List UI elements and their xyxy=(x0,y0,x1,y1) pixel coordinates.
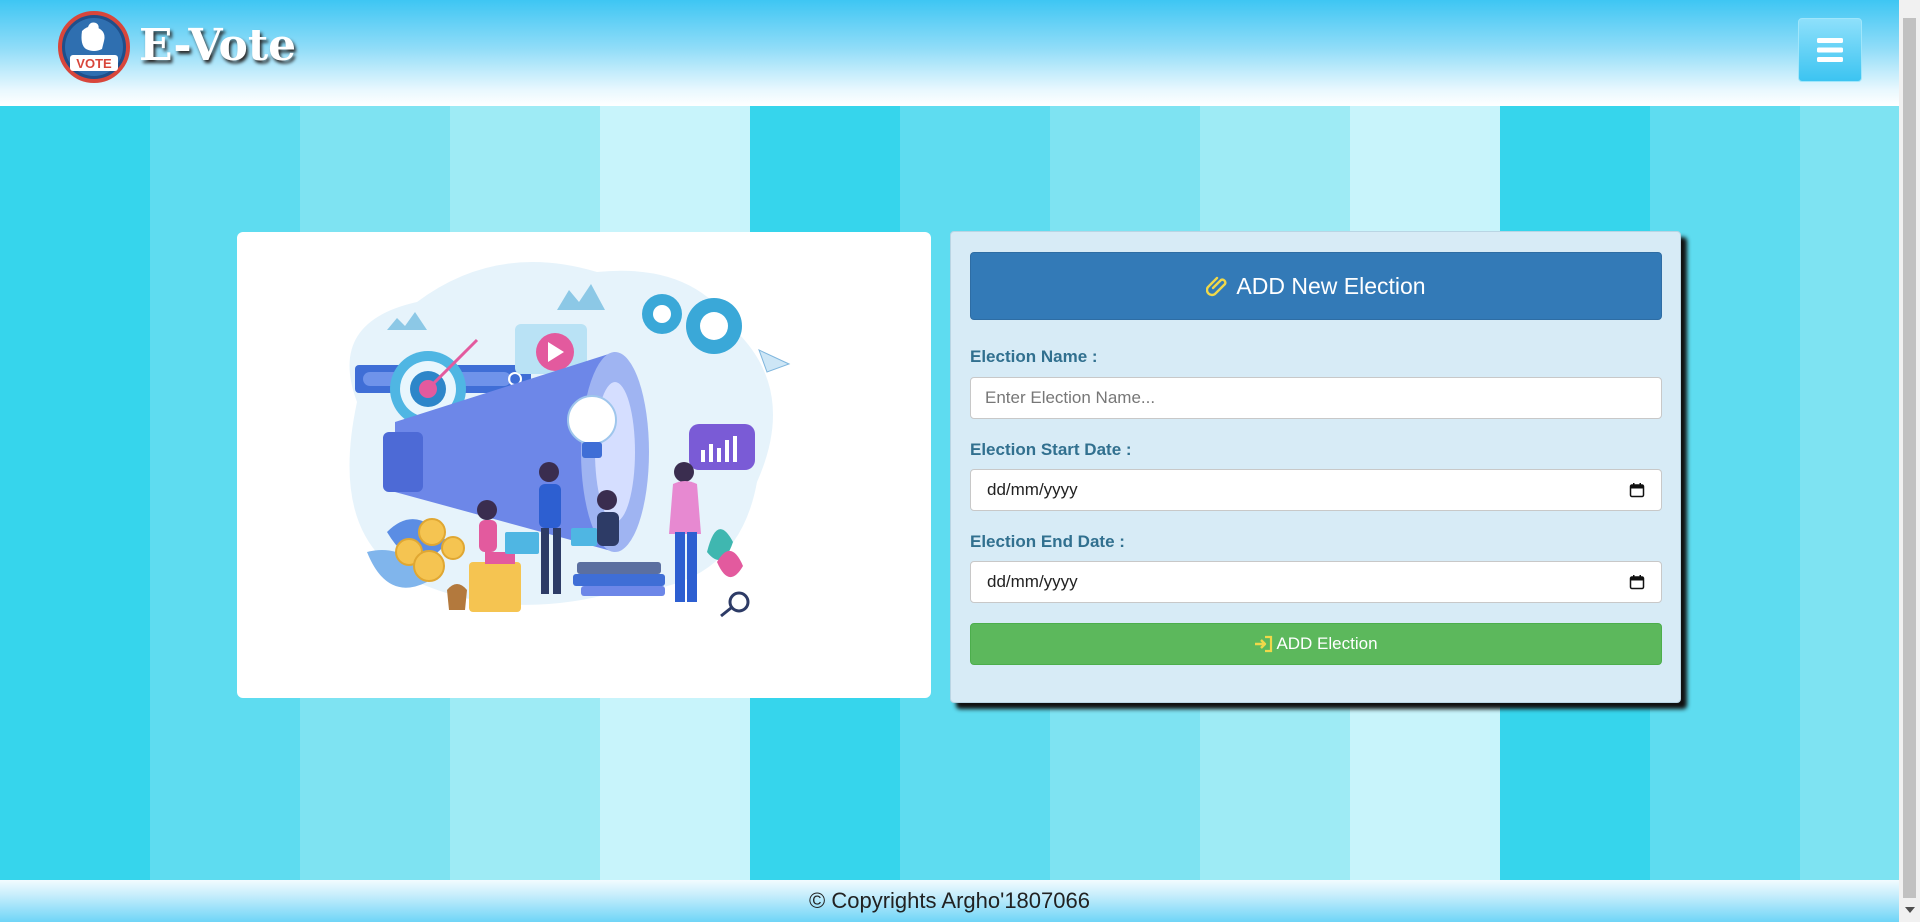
start-date-label: Election Start Date : xyxy=(970,440,1132,459)
paperclip-icon xyxy=(1206,274,1230,298)
add-election-label: ADD Election xyxy=(1276,634,1378,653)
add-election-button[interactable]: ADD Election xyxy=(970,623,1662,665)
hamburger-icon xyxy=(1817,38,1843,62)
election-name-label: Election Name : xyxy=(970,347,1098,366)
start-date-input[interactable]: dd/mm/yyyy xyxy=(970,469,1662,511)
election-name-input[interactable]: Enter Election Name... xyxy=(970,377,1662,419)
copyright-text: © Copyrights Argho'1807066 xyxy=(809,888,1090,913)
vertical-scrollbar[interactable] xyxy=(1899,0,1920,922)
calendar-icon[interactable] xyxy=(1629,574,1645,595)
end-date-value: dd/mm/yyyy xyxy=(987,572,1078,591)
app-name: E-Vote xyxy=(139,20,297,71)
top-navbar: VOTE E-Vote xyxy=(0,0,1899,106)
vote-logo-icon: VOTE xyxy=(58,11,130,83)
form-title-bar: ADD New Election xyxy=(970,252,1662,320)
background-stripe xyxy=(0,106,150,880)
start-date-value: dd/mm/yyyy xyxy=(987,480,1078,499)
illustration-image xyxy=(349,262,791,618)
election-name-placeholder: Enter Election Name... xyxy=(985,388,1156,407)
end-date-input[interactable]: dd/mm/yyyy xyxy=(970,561,1662,603)
scrollbar-thumb[interactable] xyxy=(1903,18,1916,898)
footer: © Copyrights Argho'1807066 xyxy=(0,880,1899,922)
marketing-illustration xyxy=(237,232,931,698)
calendar-icon[interactable] xyxy=(1629,482,1645,503)
end-date-label: Election End Date : xyxy=(970,532,1125,551)
add-election-panel: ADD New Election Election Name : Enter E… xyxy=(950,231,1681,703)
form-title: ADD New Election xyxy=(1236,272,1426,299)
hamburger-menu-button[interactable] xyxy=(1798,18,1862,82)
log-in-icon xyxy=(1254,635,1274,653)
scroll-down-arrow-icon[interactable] xyxy=(1905,907,1915,913)
svg-text:VOTE: VOTE xyxy=(76,56,112,71)
